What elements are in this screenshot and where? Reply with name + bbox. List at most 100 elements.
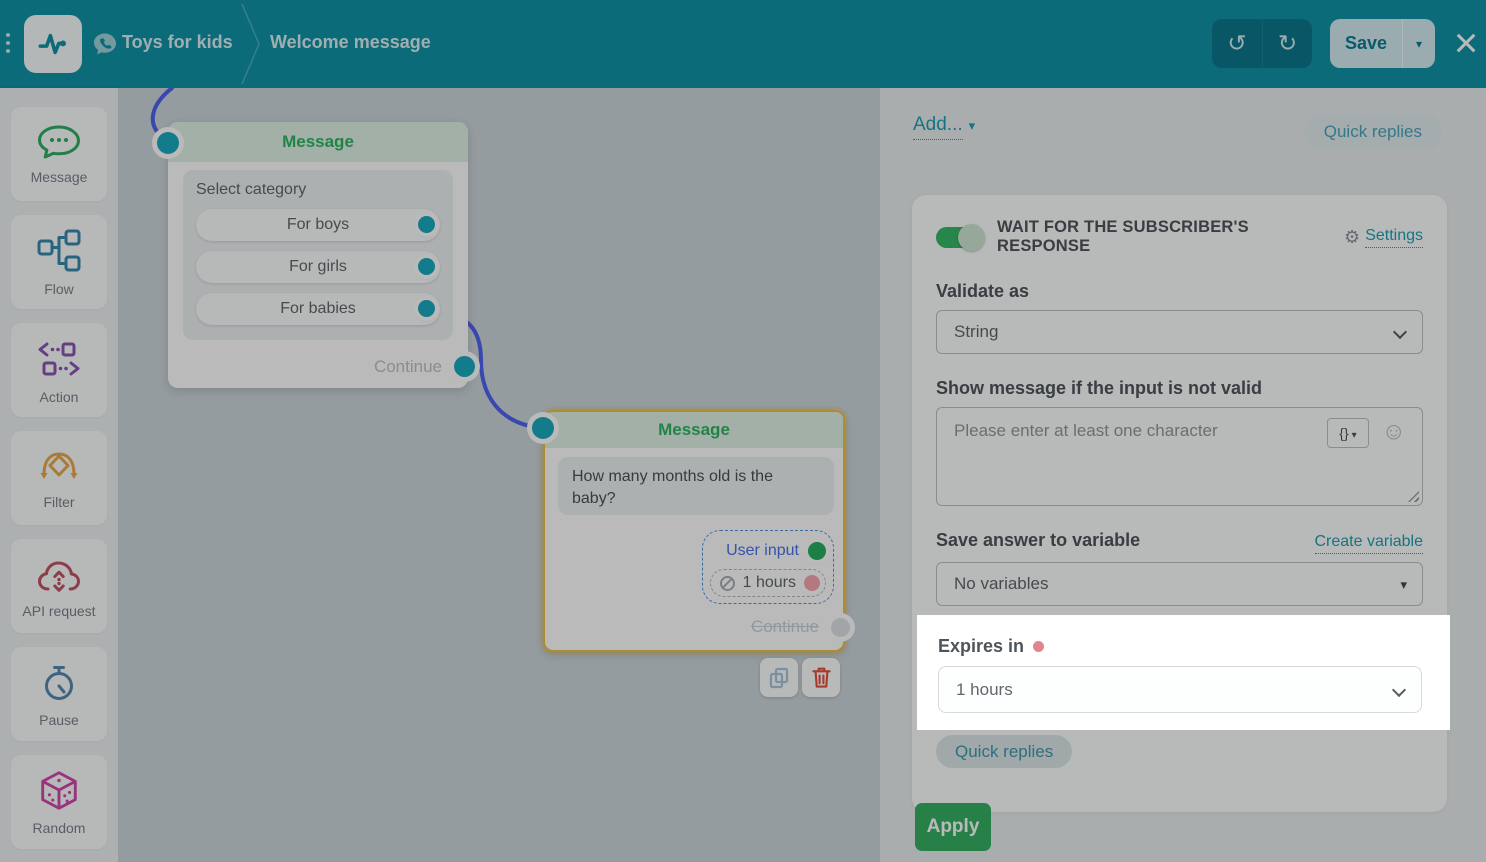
copy-icon bbox=[769, 667, 789, 688]
sidebar-item-filter[interactable]: Filter bbox=[11, 431, 107, 525]
topbar: Toys for kids Welcome message ↺ ↻ Save ▾… bbox=[0, 0, 1486, 88]
input-port[interactable] bbox=[532, 417, 554, 439]
dice-icon bbox=[41, 771, 77, 810]
validate-as-select[interactable]: String bbox=[936, 310, 1423, 354]
continue-port bbox=[831, 617, 850, 637]
reply-button-for-girls[interactable]: For girls bbox=[196, 251, 440, 283]
create-variable-link[interactable]: Create variable bbox=[1314, 533, 1423, 554]
sidebar-item-action[interactable]: Action bbox=[11, 323, 107, 417]
sidebar-item-label: Message bbox=[30, 169, 88, 185]
continue-output-disabled: Continue bbox=[751, 617, 850, 637]
settings-label: Settings bbox=[1365, 227, 1423, 248]
timeout-row[interactable]: 1 hours bbox=[710, 569, 826, 597]
trash-icon bbox=[811, 667, 831, 688]
flow-nodes-icon bbox=[37, 229, 81, 272]
close-editor-button[interactable]: × bbox=[1446, 18, 1486, 68]
delete-node-button[interactable] bbox=[802, 658, 840, 697]
expires-in-select[interactable]: 1 hours bbox=[938, 666, 1422, 713]
continue-port[interactable] bbox=[454, 356, 475, 377]
apply-button[interactable]: Apply bbox=[915, 803, 991, 851]
breadcrumb-bot-name[interactable]: Toys for kids bbox=[122, 32, 233, 53]
continue-output[interactable]: Continue bbox=[374, 356, 475, 377]
settings-panel: Add... ▾ Quick replies WAIT FOR THE SUBSC… bbox=[880, 88, 1486, 862]
user-input-port[interactable] bbox=[808, 542, 826, 560]
validate-as-value: String bbox=[954, 322, 999, 341]
grip-dots-icon[interactable] bbox=[6, 29, 10, 57]
chevron-down-icon: ▾ bbox=[1415, 36, 1423, 51]
history-buttons: ↺ ↻ bbox=[1212, 19, 1312, 68]
redo-icon: ↻ bbox=[1277, 30, 1298, 56]
output-port[interactable] bbox=[418, 258, 435, 275]
invalid-message-field: Please enter at least one character {} ▾ … bbox=[936, 407, 1423, 506]
quick-replies-button-top[interactable]: Quick replies bbox=[1303, 114, 1442, 150]
insert-variable-button[interactable]: {} ▾ bbox=[1327, 418, 1369, 448]
input-port[interactable] bbox=[157, 132, 179, 154]
expires-in-value: 1 hours bbox=[956, 679, 1013, 699]
settings-link[interactable]: ⚙ Settings bbox=[1344, 227, 1423, 248]
reply-button-for-boys[interactable]: For boys bbox=[196, 209, 440, 241]
save-answer-label: Save answer to variable bbox=[936, 530, 1141, 550]
viber-channel-icon bbox=[94, 33, 116, 55]
message-text: Select category bbox=[196, 181, 307, 198]
node-header: Message bbox=[545, 412, 843, 448]
message-content-box: Select category For boys For girls For b… bbox=[183, 170, 453, 340]
invalid-message-label: Show message if the input is not valid bbox=[936, 378, 1263, 398]
required-dot-icon bbox=[1033, 641, 1045, 652]
variable-select[interactable]: No variables ▾ bbox=[936, 562, 1423, 606]
code-blocks-icon bbox=[38, 342, 80, 376]
breadcrumb-separator bbox=[241, 3, 260, 85]
close-icon: × bbox=[1453, 19, 1479, 66]
node-title: Message bbox=[282, 132, 354, 151]
sidebar-item-message[interactable]: Message bbox=[11, 107, 107, 201]
add-element-dropdown[interactable]: Add... ▾ bbox=[913, 114, 976, 140]
user-input-group[interactable]: User input 1 hours bbox=[702, 530, 834, 604]
elements-sidebar: Message Flow Action Filter API request P… bbox=[0, 88, 118, 862]
app-logo[interactable] bbox=[24, 15, 82, 73]
message-node-baby-age[interactable]: Message How many months old is the baby?… bbox=[532, 410, 850, 652]
sidebar-item-api-request[interactable]: API request bbox=[11, 539, 107, 633]
quick-replies-button-bottom[interactable]: Quick replies bbox=[936, 735, 1073, 768]
redo-button[interactable]: ↻ bbox=[1262, 19, 1312, 68]
gear-icon: ⚙ bbox=[1344, 226, 1361, 247]
chevron-down-icon: ▾ bbox=[968, 118, 976, 133]
reply-button-for-babies[interactable]: For babies bbox=[196, 293, 440, 325]
output-port[interactable] bbox=[418, 216, 435, 233]
sidebar-item-label: Action bbox=[39, 389, 79, 405]
duplicate-node-button[interactable] bbox=[760, 658, 798, 697]
message-node-select-category[interactable]: Message Select category For boys For gir… bbox=[157, 122, 475, 388]
chevron-down-icon bbox=[1391, 682, 1407, 698]
caret-down-icon: ▾ bbox=[1400, 577, 1407, 592]
message-text: How many months old is the baby? bbox=[558, 457, 834, 515]
undo-button[interactable]: ↺ bbox=[1212, 19, 1262, 68]
reply-button-label: For boys bbox=[286, 216, 350, 233]
sidebar-item-label: Pause bbox=[39, 712, 79, 728]
braces-icon: {} bbox=[1339, 425, 1349, 441]
user-input-label[interactable]: User input bbox=[726, 542, 799, 560]
emoji-picker-button[interactable]: ☺ bbox=[1381, 420, 1406, 444]
output-port[interactable] bbox=[418, 300, 435, 317]
smiley-icon: ☺ bbox=[1381, 418, 1406, 445]
split-diamond-icon bbox=[40, 452, 78, 479]
wait-response-label: WAIT FOR THE SUBSCRIBER'S RESPONSE bbox=[997, 218, 1249, 255]
sidebar-item-pause[interactable]: Pause bbox=[11, 647, 107, 741]
sidebar-item-flow[interactable]: Flow bbox=[11, 215, 107, 309]
wait-response-toggle[interactable] bbox=[936, 223, 985, 251]
sidebar-item-label: Filter bbox=[43, 494, 75, 510]
save-dropdown-button[interactable]: ▾ bbox=[1402, 19, 1435, 68]
sidebar-item-random[interactable]: Random bbox=[11, 755, 107, 849]
chevron-down-icon bbox=[1392, 324, 1408, 340]
speech-bubble-icon bbox=[38, 125, 80, 159]
toggle-knob bbox=[958, 223, 985, 251]
timeout-label: 1 hours bbox=[742, 574, 796, 591]
cloud-sync-icon bbox=[38, 561, 80, 592]
flow-canvas[interactable]: Message Select category For boys For gir… bbox=[118, 88, 880, 862]
stopwatch-icon bbox=[45, 666, 73, 700]
save-button[interactable]: Save bbox=[1330, 19, 1402, 68]
sidebar-item-label: API request bbox=[22, 603, 96, 619]
node-header: Message bbox=[168, 122, 468, 162]
node-action-buttons bbox=[760, 658, 840, 697]
sidebar-item-label: Flow bbox=[44, 281, 74, 297]
timeout-port[interactable] bbox=[804, 575, 820, 591]
undo-icon: ↺ bbox=[1227, 30, 1247, 56]
add-label: Add... bbox=[913, 114, 963, 140]
